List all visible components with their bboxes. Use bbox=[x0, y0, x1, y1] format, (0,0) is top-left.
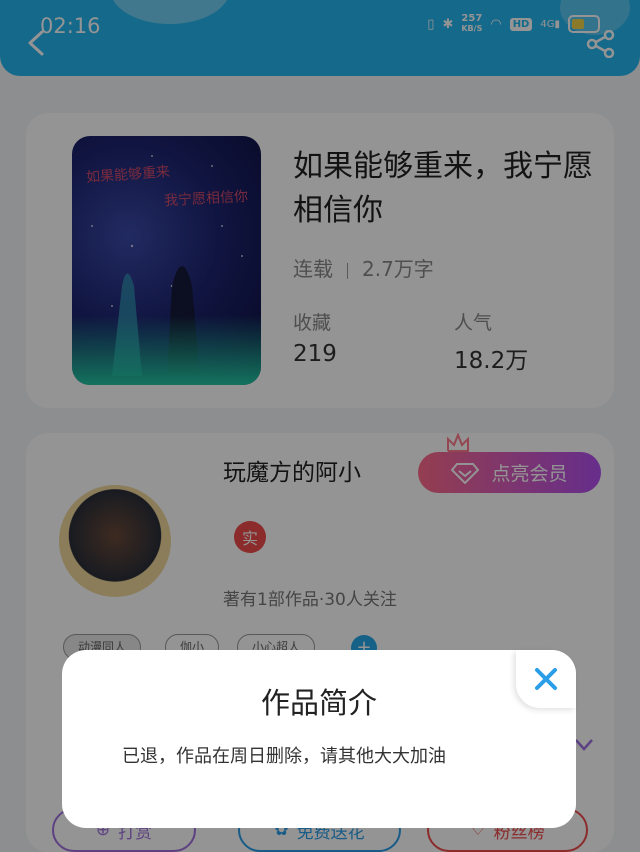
synopsis-dialog: 作品简介 已退，作品在周日删除，请其他大大加油 bbox=[62, 650, 576, 828]
close-icon bbox=[535, 668, 557, 690]
dialog-title: 作品简介 bbox=[260, 686, 377, 720]
close-button[interactable] bbox=[516, 650, 576, 708]
dialog-text: 已退，作品在周日删除，请其他大大加油 bbox=[122, 746, 446, 767]
